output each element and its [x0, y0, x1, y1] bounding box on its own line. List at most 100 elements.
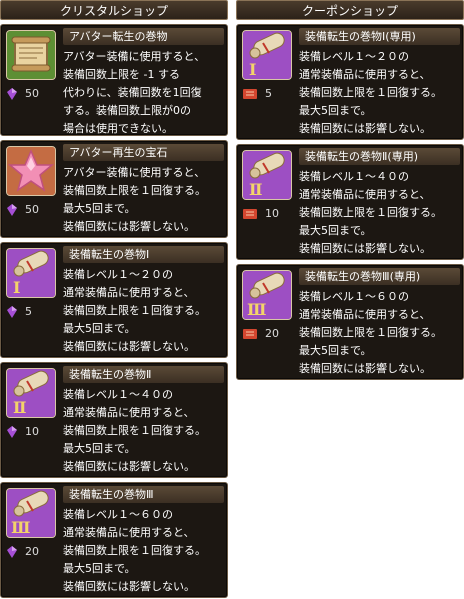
description-line: 場合は使用できない。 — [63, 122, 173, 135]
description-line: 通常装備品に使用すると、 — [63, 526, 195, 539]
item-price-value: 5 — [25, 305, 32, 318]
description-line: 装備回数上限を１回復する。 — [299, 86, 442, 99]
description-line: 装備回数上限を１回復する。 — [299, 206, 442, 219]
item-name: 装備転生の巻物Ⅰ(専用) — [299, 28, 460, 45]
shop-item[interactable]: 装備転生の巻物Ⅰ Ⅰ 5 装備レベル１～２０の 通常装備品に使用すると、 装備回… — [0, 242, 228, 358]
coupon-icon — [243, 208, 257, 219]
description-line: 装備レベル１～２０の — [299, 50, 409, 63]
description-line: 装備回数には影響しない。 — [63, 220, 195, 233]
svg-text:Ⅰ: Ⅰ — [249, 60, 256, 79]
description-line: 装備レベル１～６０の — [63, 508, 173, 521]
description-line: 通常装備品に使用すると、 — [63, 406, 195, 419]
item-price-value: 10 — [25, 425, 39, 438]
svg-text:Ⅲ: Ⅲ — [11, 518, 30, 537]
shop-item[interactable]: 装備転生の巻物Ⅲ Ⅲ 20 装備レベル１～６０の 通常装備品に使用すると、 装備… — [0, 482, 228, 598]
item-price-value: 50 — [25, 87, 39, 100]
crystal-icon — [7, 203, 17, 216]
item-description: 装備レベル１～６０の 通常装備品に使用すると、 装備回数上限を１回復する。 最大… — [63, 506, 225, 596]
item-price: 20 — [7, 545, 39, 558]
coupon-icon — [243, 88, 257, 99]
item-price: 10 — [7, 425, 39, 438]
item-name: 装備転生の巻物Ⅲ(専用) — [299, 268, 460, 285]
coupon-shop-panel: クーポンショップ 装備転生の巻物Ⅰ(専用) Ⅰ 5 装備レベル１～２０の 通常装… — [236, 0, 464, 380]
item-price-value: 20 — [265, 327, 279, 340]
coupon-shop-title: クーポンショップ — [236, 0, 464, 20]
shop-item[interactable]: 装備転生の巻物Ⅲ(専用) Ⅲ 20 装備レベル１～６０の 通常装備品に使用すると… — [236, 264, 464, 380]
description-line: 装備レベル１～６０の — [299, 290, 409, 303]
description-line: 装備回数上限を１回復する。 — [63, 424, 206, 437]
crystal-icon — [7, 87, 17, 100]
crystal-icon — [7, 425, 17, 438]
item-description: 装備レベル１～２０の 通常装備品に使用すると、 装備回数上限を１回復する。 最大… — [299, 48, 461, 138]
description-line: 装備回数には影響しない。 — [63, 340, 195, 353]
description-line: 装備回数上限を１回復する。 — [63, 304, 206, 317]
item-name: アバター転生の巻物 — [63, 28, 224, 45]
item-price-value: 10 — [265, 207, 279, 220]
description-line: 最大5回まで。 — [63, 442, 136, 455]
item-description: アバター装備に使用すると、 装備回数上限を１回復する。 最大5回まで。 装備回数… — [63, 164, 225, 236]
description-line: 通常装備品に使用すると、 — [63, 286, 195, 299]
item-price: 50 — [7, 87, 39, 100]
item-name: 装備転生の巻物Ⅱ(専用) — [299, 148, 460, 165]
item-description: 装備レベル１～６０の 通常装備品に使用すると、 装備回数上限を１回復する。 最大… — [299, 288, 461, 378]
crystal-icon — [7, 305, 17, 318]
item-description: 装備レベル１～４０の 通常装備品に使用すると、 装備回数上限を１回復する。 最大… — [299, 168, 461, 258]
description-line: 最大5回まで。 — [299, 104, 372, 117]
scroll-III-icon: Ⅲ — [242, 270, 292, 320]
description-line: 装備レベル１～２０の — [63, 268, 173, 281]
description-line: 装備回数には影響しない。 — [299, 122, 431, 135]
description-line: 通常装備品に使用すると、 — [299, 188, 431, 201]
svg-text:Ⅱ: Ⅱ — [249, 180, 262, 199]
item-description: アバター装備に使用すると、 装備回数上限を -1 する 代わりに、装備回数を1回… — [63, 48, 225, 138]
description-line: 最大5回まで。 — [63, 322, 136, 335]
crystal-icon — [7, 545, 17, 558]
description-line: 最大5回まで。 — [299, 224, 372, 237]
item-name: 装備転生の巻物Ⅱ — [63, 366, 224, 383]
description-line: 装備回数上限を -1 する — [63, 68, 180, 81]
description-line: 最大5回まで。 — [299, 344, 372, 357]
item-description: 装備レベル１～２０の 通常装備品に使用すると、 装備回数上限を１回復する。 最大… — [63, 266, 225, 356]
item-price-value: 20 — [25, 545, 39, 558]
scroll-II-icon: Ⅱ — [242, 150, 292, 200]
description-line: 通常装備品に使用すると、 — [299, 68, 431, 81]
scroll-I-icon: Ⅰ — [6, 248, 56, 298]
description-line: アバター装備に使用すると、 — [63, 50, 206, 63]
item-price: 5 — [7, 305, 32, 318]
crystal-shop-panel: クリスタルショップ アバター転生の巻物 50 アバター装備に使用すると、 装備回… — [0, 0, 228, 598]
description-line: する。装備回数上限が0の — [63, 104, 191, 117]
description-line: 装備回数上限を１回復する。 — [63, 184, 206, 197]
description-line: 装備回数には影響しない。 — [63, 460, 195, 473]
shop-item[interactable]: 装備転生の巻物Ⅱ Ⅱ 10 装備レベル１～４０の 通常装備品に使用すると、 装備… — [0, 362, 228, 478]
shop-item[interactable]: アバター転生の巻物 50 アバター装備に使用すると、 装備回数上限を -1 する… — [0, 24, 228, 136]
svg-text:Ⅱ: Ⅱ — [13, 398, 26, 417]
description-line: アバター装備に使用すると、 — [63, 166, 206, 179]
shop-item[interactable]: アバター再生の宝石 50 アバター装備に使用すると、 装備回数上限を１回復する。… — [0, 140, 228, 238]
coupon-icon — [243, 328, 257, 339]
description-line: 装備回数には影響しない。 — [299, 362, 431, 375]
item-price: 5 — [243, 87, 272, 100]
description-line: 装備回数上限を１回復する。 — [299, 326, 442, 339]
scroll-III-icon: Ⅲ — [6, 488, 56, 538]
scroll-II-icon: Ⅱ — [6, 368, 56, 418]
item-price-value: 50 — [25, 203, 39, 216]
description-line: 通常装備品に使用すると、 — [299, 308, 431, 321]
description-line: 装備回数には影響しない。 — [299, 242, 431, 255]
shop-item[interactable]: 装備転生の巻物Ⅱ(専用) Ⅱ 10 装備レベル１～４０の 通常装備品に使用すると… — [236, 144, 464, 260]
description-line: 最大5回まで。 — [63, 562, 136, 575]
pink-star-gem-icon — [6, 146, 56, 196]
shop-item[interactable]: 装備転生の巻物Ⅰ(専用) Ⅰ 5 装備レベル１～２０の 通常装備品に使用すると、… — [236, 24, 464, 140]
description-line: 装備レベル１～４０の — [63, 388, 173, 401]
item-price-value: 5 — [265, 87, 272, 100]
avatar-reincarnation-scroll-icon — [6, 30, 56, 80]
description-line: 装備回数上限を１回復する。 — [63, 544, 206, 557]
item-price: 10 — [243, 207, 279, 220]
item-name: アバター再生の宝石 — [63, 144, 224, 161]
description-line: 装備レベル１～４０の — [299, 170, 409, 183]
item-description: 装備レベル１～４０の 通常装備品に使用すると、 装備回数上限を１回復する。 最大… — [63, 386, 225, 476]
description-line: 代わりに、装備回数を1回復 — [63, 86, 202, 99]
svg-text:Ⅲ: Ⅲ — [247, 300, 266, 319]
description-line: 最大5回まで。 — [63, 202, 136, 215]
crystal-shop-title: クリスタルショップ — [0, 0, 228, 20]
item-name: 装備転生の巻物Ⅲ — [63, 486, 224, 503]
item-price: 20 — [243, 327, 279, 340]
